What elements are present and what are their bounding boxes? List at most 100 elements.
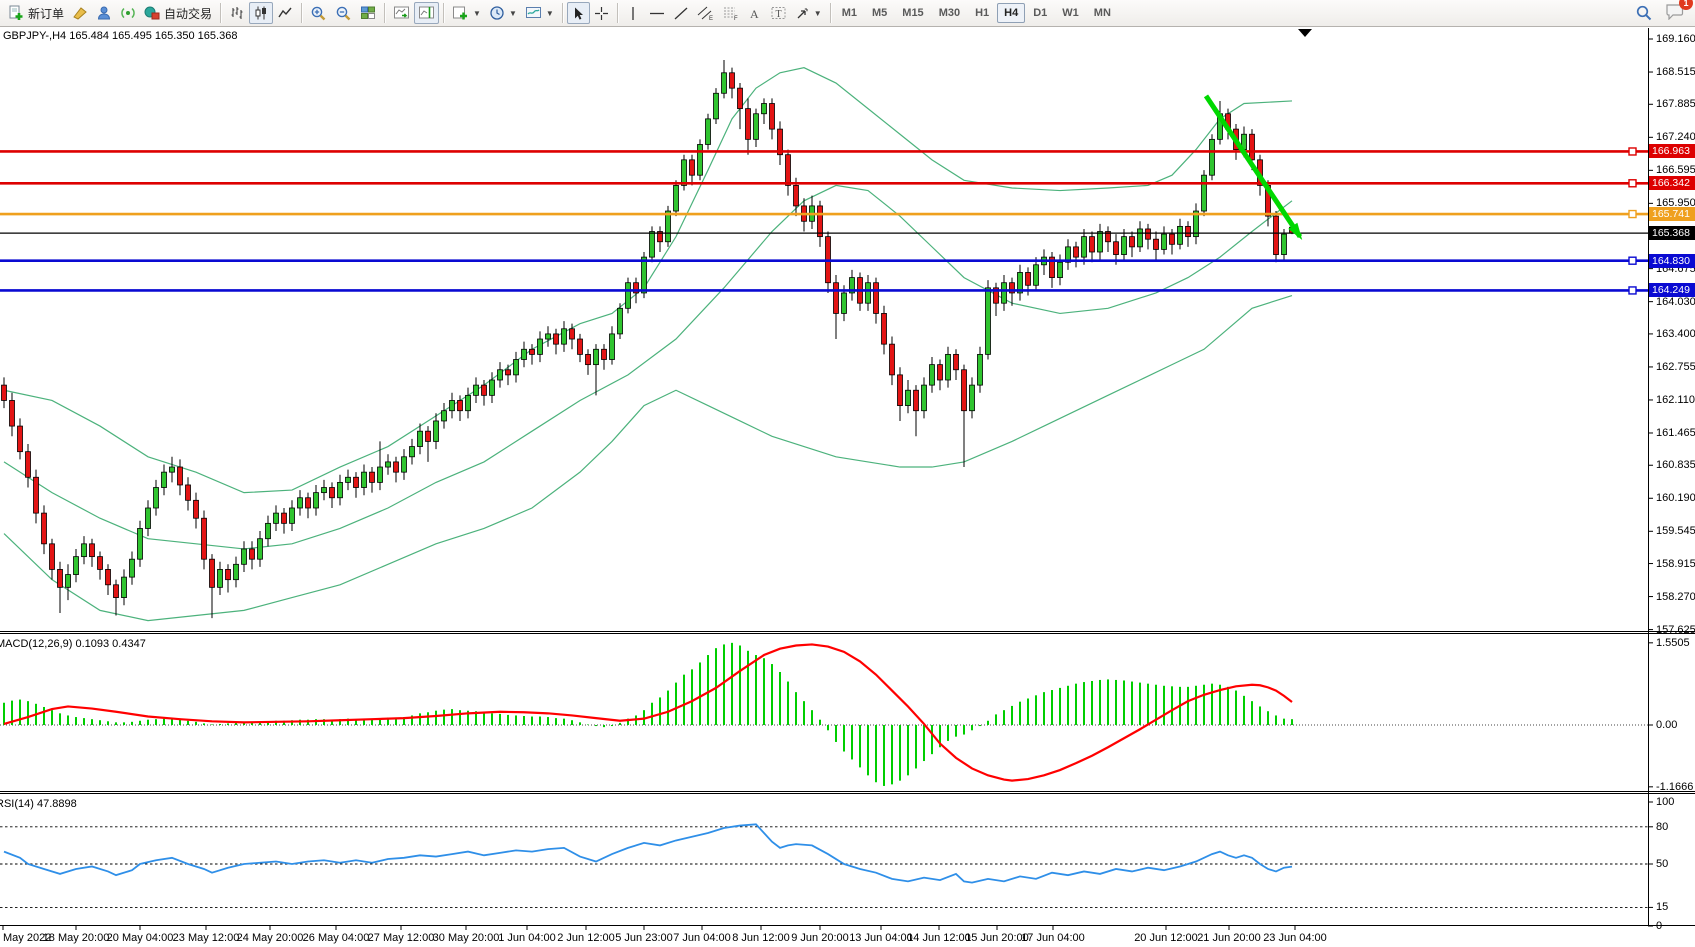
rsi-tick-label: 15 xyxy=(1656,901,1668,913)
price-line-label: 166.342 xyxy=(1649,176,1695,190)
search-button[interactable] xyxy=(1631,2,1657,24)
time-tick-label: 26 May 04:00 xyxy=(303,932,370,944)
chart-shift-button[interactable] xyxy=(414,2,439,24)
zoom-in-button[interactable] xyxy=(306,2,331,24)
dropdown-caret-icon: ▼ xyxy=(509,9,517,18)
auto-scroll-button[interactable] xyxy=(389,2,414,24)
rsi-label: RSI(14) 47.8898 xyxy=(0,798,77,810)
auto-trading-label: 自动交易 xyxy=(164,5,212,22)
trendline-button[interactable] xyxy=(669,2,693,24)
rsi-tick-label: 50 xyxy=(1656,858,1668,870)
cursor-button[interactable] xyxy=(567,2,590,24)
fibonacci-icon: F xyxy=(722,5,739,21)
period-button[interactable]: ▼ xyxy=(485,2,521,24)
price-line-label: 164.830 xyxy=(1649,254,1695,268)
candlestick-icon xyxy=(253,5,269,21)
time-tick-label: 15 Jun 20:00 xyxy=(965,932,1029,944)
signal-icon xyxy=(120,5,136,21)
price-tick-label: 160.835 xyxy=(1656,459,1695,471)
time-tick-label: 9 Jun 20:00 xyxy=(791,932,849,944)
price-tick-label: 169.160 xyxy=(1656,33,1695,45)
svg-text:E: E xyxy=(709,16,713,21)
template-icon xyxy=(525,5,542,21)
channel-icon: E xyxy=(697,5,714,21)
separator xyxy=(617,3,618,23)
svg-text:F: F xyxy=(734,16,738,21)
dropdown-caret-icon: ▼ xyxy=(814,9,822,18)
add-indicator-icon xyxy=(452,5,469,21)
trend-arrow[interactable] xyxy=(1206,96,1302,240)
trendline-icon xyxy=(673,6,689,21)
time-tick-label: 13 Jun 04:00 xyxy=(849,932,913,944)
timeframe-M30[interactable]: M30 xyxy=(932,3,967,23)
signals-button[interactable] xyxy=(116,2,140,24)
timeframe-M1[interactable]: M1 xyxy=(835,3,864,23)
macd-pane xyxy=(0,643,1648,786)
zoom-in-icon xyxy=(310,5,327,22)
price-line-label: 165.741 xyxy=(1649,207,1695,221)
text-button[interactable]: A xyxy=(743,2,766,24)
add-indicator-button[interactable]: ▼ xyxy=(448,2,485,24)
macd-tick-label: 1.5505 xyxy=(1656,637,1690,649)
price-tick-label: 162.110 xyxy=(1656,394,1695,406)
new-order-icon xyxy=(8,5,24,21)
chisel-icon xyxy=(72,5,88,21)
time-tick-label: 8 Jun 12:00 xyxy=(732,932,790,944)
zoom-out-button[interactable] xyxy=(331,2,356,24)
price-tick-label: 159.545 xyxy=(1656,525,1695,537)
horizontal-lines[interactable] xyxy=(0,148,1648,294)
chart-shift-marker xyxy=(1298,29,1312,37)
text-label-button[interactable]: T xyxy=(766,2,791,24)
tile-windows-button[interactable] xyxy=(356,2,380,24)
vertical-line-icon xyxy=(626,6,640,21)
timeframe-H4[interactable]: H4 xyxy=(997,3,1025,23)
timeframe-M5[interactable]: M5 xyxy=(865,3,894,23)
price-tick-label: 167.240 xyxy=(1656,131,1695,143)
horizontal-line-button[interactable] xyxy=(645,2,669,24)
rsi-tick-label: 0 xyxy=(1656,920,1662,932)
time-tick-label: 23 May 12:00 xyxy=(173,932,240,944)
fibonacci-button[interactable]: F xyxy=(718,2,743,24)
time-tick-label: 7 Jun 04:00 xyxy=(673,932,731,944)
separator xyxy=(562,3,563,23)
price-tick-label: 158.270 xyxy=(1656,591,1695,603)
price-tick-label: 164.030 xyxy=(1656,296,1695,308)
chart-shift-icon xyxy=(418,5,435,21)
price-tick-label: 163.400 xyxy=(1656,328,1695,340)
notifications-button[interactable]: 1 xyxy=(1665,2,1685,25)
equidistant-channel-button[interactable]: E xyxy=(693,2,718,24)
auto-trading-button[interactable]: 自动交易 xyxy=(140,2,216,24)
timeframe-M15[interactable]: M15 xyxy=(895,3,930,23)
vertical-line-button[interactable] xyxy=(622,2,645,24)
price-tick-label: 166.595 xyxy=(1656,164,1695,176)
price-tick-label: 157.625 xyxy=(1656,624,1695,636)
svg-text:A: A xyxy=(750,7,759,21)
timeframe-MN[interactable]: MN xyxy=(1087,3,1118,23)
styler-button[interactable] xyxy=(68,2,92,24)
person-icon xyxy=(96,5,112,21)
timeframe-H1[interactable]: H1 xyxy=(968,3,996,23)
price-tick-label: 158.915 xyxy=(1656,558,1695,570)
time-tick-label: 20 May 04:00 xyxy=(107,932,174,944)
time-tick-label: 23 Jun 04:00 xyxy=(1263,932,1327,944)
crosshair-button[interactable] xyxy=(590,2,613,24)
chart-title: GBPJPY-,H4 165.484 165.495 165.350 165.3… xyxy=(3,30,237,42)
chart-canvas[interactable] xyxy=(0,0,1695,947)
timeframe-bar: M1M5M15M30H1H4D1W1MN xyxy=(835,3,1118,23)
time-tick-label: 14 Jun 12:00 xyxy=(907,932,971,944)
new-order-button[interactable]: 新订单 xyxy=(4,2,68,24)
rsi-tick-label: 80 xyxy=(1656,821,1668,833)
template-button[interactable]: ▼ xyxy=(521,2,558,24)
macd-tick-label: 0.00 xyxy=(1656,719,1677,731)
bar-chart-button[interactable] xyxy=(225,2,249,24)
timeframe-W1[interactable]: W1 xyxy=(1055,3,1086,23)
macd-tick-label: -1.1666 xyxy=(1656,781,1693,793)
new-order-label: 新订单 xyxy=(28,5,64,22)
line-chart-button[interactable] xyxy=(273,2,297,24)
timeframe-D1[interactable]: D1 xyxy=(1026,3,1054,23)
separator xyxy=(830,3,831,23)
community-button[interactable] xyxy=(92,2,116,24)
search-icon xyxy=(1635,4,1653,22)
candlestick-chart-button[interactable] xyxy=(249,2,273,24)
arrows-button[interactable]: ▼ xyxy=(791,2,826,24)
